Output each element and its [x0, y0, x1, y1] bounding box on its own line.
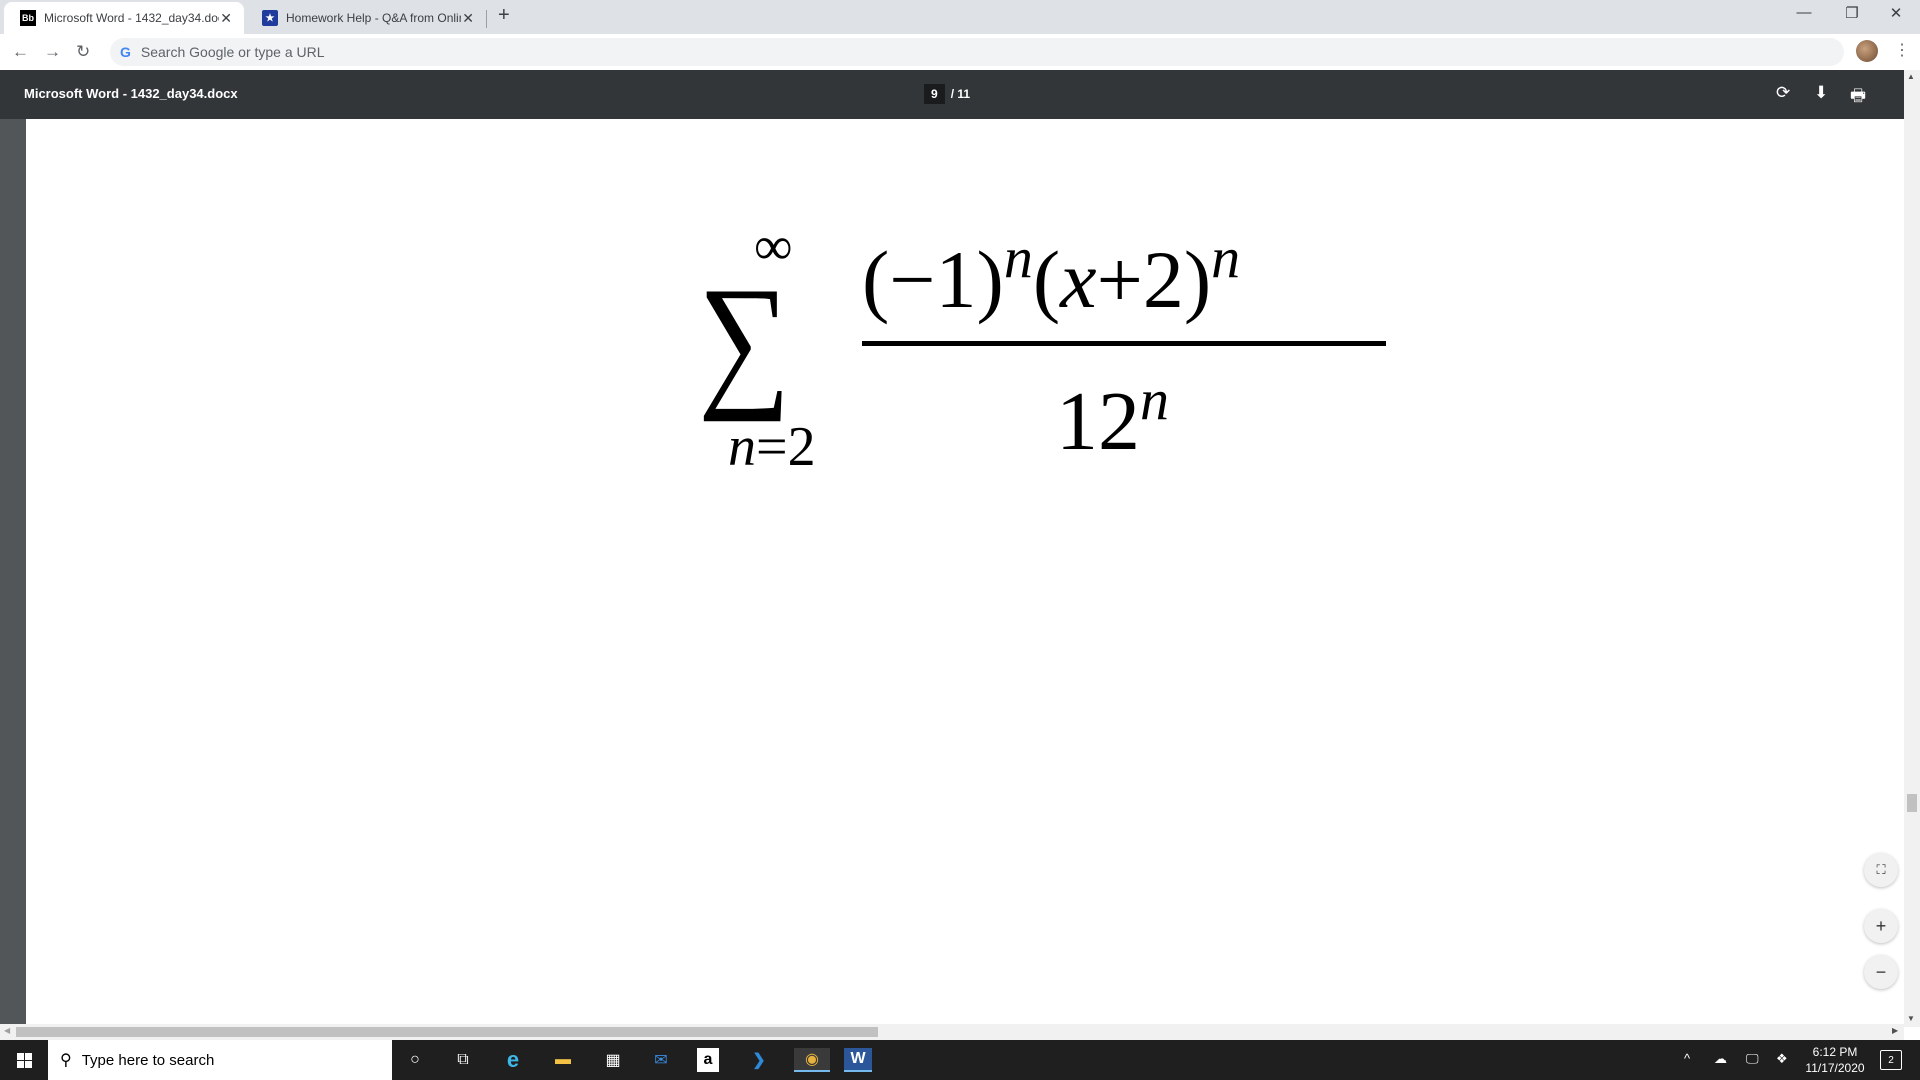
pdf-toolbar: Microsoft Word - 1432_day34.docx 9 / 11 …	[0, 70, 1904, 119]
scroll-right-arrow-icon[interactable]: ▶	[1892, 1026, 1898, 1035]
numerator-term2: +2)	[1096, 234, 1212, 325]
horizontal-scroll-thumb[interactable]	[16, 1027, 878, 1037]
chrome-menu-icon[interactable]: ⋮	[1894, 40, 1910, 60]
fit-page-button[interactable]: ⛶	[1864, 853, 1898, 887]
vertical-scroll-thumb[interactable]	[1907, 794, 1917, 812]
task-view-icon[interactable]: ⧉	[450, 1048, 476, 1072]
scroll-left-arrow-icon[interactable]: ◀	[4, 1026, 10, 1035]
back-button[interactable]: ←	[12, 42, 29, 62]
vscode-icon[interactable]: ❯	[746, 1048, 772, 1072]
tab-strip: Bb Microsoft Word - 1432_day34.docx ✕ ★ …	[0, 0, 1920, 34]
pdf-page: ∑ ∞ n=2 (−1)n(x+2)n 12n ⛶ + −	[26, 119, 1904, 1027]
denominator: 12n	[1056, 371, 1169, 464]
tab-title: Microsoft Word - 1432_day34.docx	[44, 11, 219, 25]
windows-taskbar: ⚲ Type here to search ○ ⧉ e ▬ ▦ ✉ a ❯ ◉ …	[0, 1040, 1920, 1080]
word-icon[interactable]: W	[844, 1048, 872, 1072]
lower-limit: n=2	[728, 419, 816, 475]
taskbar-search-box[interactable]: ⚲ Type here to search	[48, 1040, 392, 1080]
scroll-up-arrow-icon[interactable]: ▲	[1907, 72, 1915, 81]
page-indicator: 9 / 11	[924, 84, 970, 104]
numerator-exponent1: n	[1003, 225, 1033, 290]
windows-logo-icon	[16, 1052, 32, 1068]
tab-homework-help[interactable]: ★ Homework Help - Q&A from Online ✕	[246, 2, 486, 34]
horizontal-scrollbar[interactable]: ◀ ▶	[0, 1024, 1904, 1040]
amazon-icon[interactable]: a	[697, 1048, 719, 1072]
homework-favicon-icon: ★	[262, 10, 278, 26]
taskbar-search-placeholder: Type here to search	[81, 1051, 215, 1069]
denominator-exponent: n	[1140, 367, 1169, 432]
tab-separator	[486, 10, 487, 28]
lower-variable: n	[728, 416, 756, 478]
omnibox-placeholder: Search Google or type a URL	[140, 44, 325, 60]
vertical-scrollbar[interactable]: ▲ ▼	[1904, 70, 1920, 1027]
zoom-in-button[interactable]: +	[1864, 909, 1898, 943]
clock-date: 11/17/2020	[1805, 1061, 1865, 1075]
close-window-button[interactable]: ✕	[1876, 4, 1916, 22]
rotate-icon[interactable]: ⟳	[1776, 83, 1790, 103]
forward-button[interactable]: →	[44, 42, 61, 62]
start-button[interactable]	[0, 1040, 48, 1080]
page-number-input[interactable]: 9	[924, 84, 945, 104]
browser-toolbar: ← → ↻ G Search Google or type a URL	[0, 34, 1920, 70]
denominator-base: 12	[1056, 375, 1140, 468]
minimize-button[interactable]: —	[1784, 4, 1824, 21]
scroll-down-arrow-icon[interactable]: ▼	[1907, 1014, 1915, 1023]
upper-limit: ∞	[754, 216, 793, 276]
restore-button[interactable]: ❐	[1832, 4, 1872, 22]
numerator-term1: (−1)	[862, 234, 1004, 325]
tab-word-doc[interactable]: Bb Microsoft Word - 1432_day34.docx ✕	[4, 2, 244, 34]
close-tab-icon[interactable]: ✕	[220, 10, 232, 27]
reload-button[interactable]: ↻	[76, 42, 90, 62]
system-clock[interactable]: 6:12 PM 11/17/2020	[1800, 1044, 1870, 1076]
notification-center-icon[interactable]: 2	[1880, 1050, 1902, 1070]
file-explorer-icon[interactable]: ▬	[550, 1048, 576, 1072]
numerator-variable: x	[1060, 234, 1097, 325]
numerator: (−1)n(x+2)n	[862, 229, 1240, 321]
new-tab-button[interactable]: +	[498, 4, 510, 27]
mail-icon[interactable]: ✉	[648, 1048, 674, 1072]
dropbox-icon[interactable]: ❖	[1776, 1051, 1788, 1067]
blackboard-favicon-icon: Bb	[20, 10, 36, 26]
onedrive-icon[interactable]: ☁	[1714, 1051, 1727, 1067]
numerator-exponent2: n	[1211, 225, 1241, 290]
download-icon[interactable]: ⬇	[1814, 83, 1828, 103]
omnibox[interactable]: G Search Google or type a URL	[110, 38, 1844, 66]
numerator-open-paren: (	[1032, 234, 1061, 325]
chrome-icon[interactable]: ◉	[794, 1048, 830, 1072]
clock-time: 6:12 PM	[1812, 1045, 1858, 1059]
store-icon[interactable]: ▦	[600, 1048, 626, 1072]
search-icon: ⚲	[60, 1052, 72, 1069]
edge-icon[interactable]: e	[500, 1047, 526, 1072]
document-title: Microsoft Word - 1432_day34.docx	[24, 86, 238, 101]
print-icon[interactable]: 🖶	[1850, 83, 1866, 112]
tab-title: Homework Help - Q&A from Online	[286, 11, 461, 25]
fraction-bar	[862, 341, 1386, 346]
google-icon: G	[120, 44, 131, 60]
network-icon[interactable]: 🖵	[1746, 1051, 1759, 1067]
pdf-viewport[interactable]: ∑ ∞ n=2 (−1)n(x+2)n 12n ⛶ + −	[0, 119, 1904, 1027]
zoom-out-button[interactable]: −	[1864, 955, 1898, 989]
show-hidden-icons-icon[interactable]: ^	[1684, 1051, 1690, 1066]
summation-sign: ∑	[698, 257, 791, 423]
profile-avatar[interactable]	[1856, 40, 1878, 62]
page-total: / 11	[950, 87, 971, 101]
lower-equals: =2	[756, 416, 816, 478]
cortana-icon[interactable]: ○	[402, 1048, 428, 1072]
close-tab-icon[interactable]: ✕	[462, 10, 474, 27]
